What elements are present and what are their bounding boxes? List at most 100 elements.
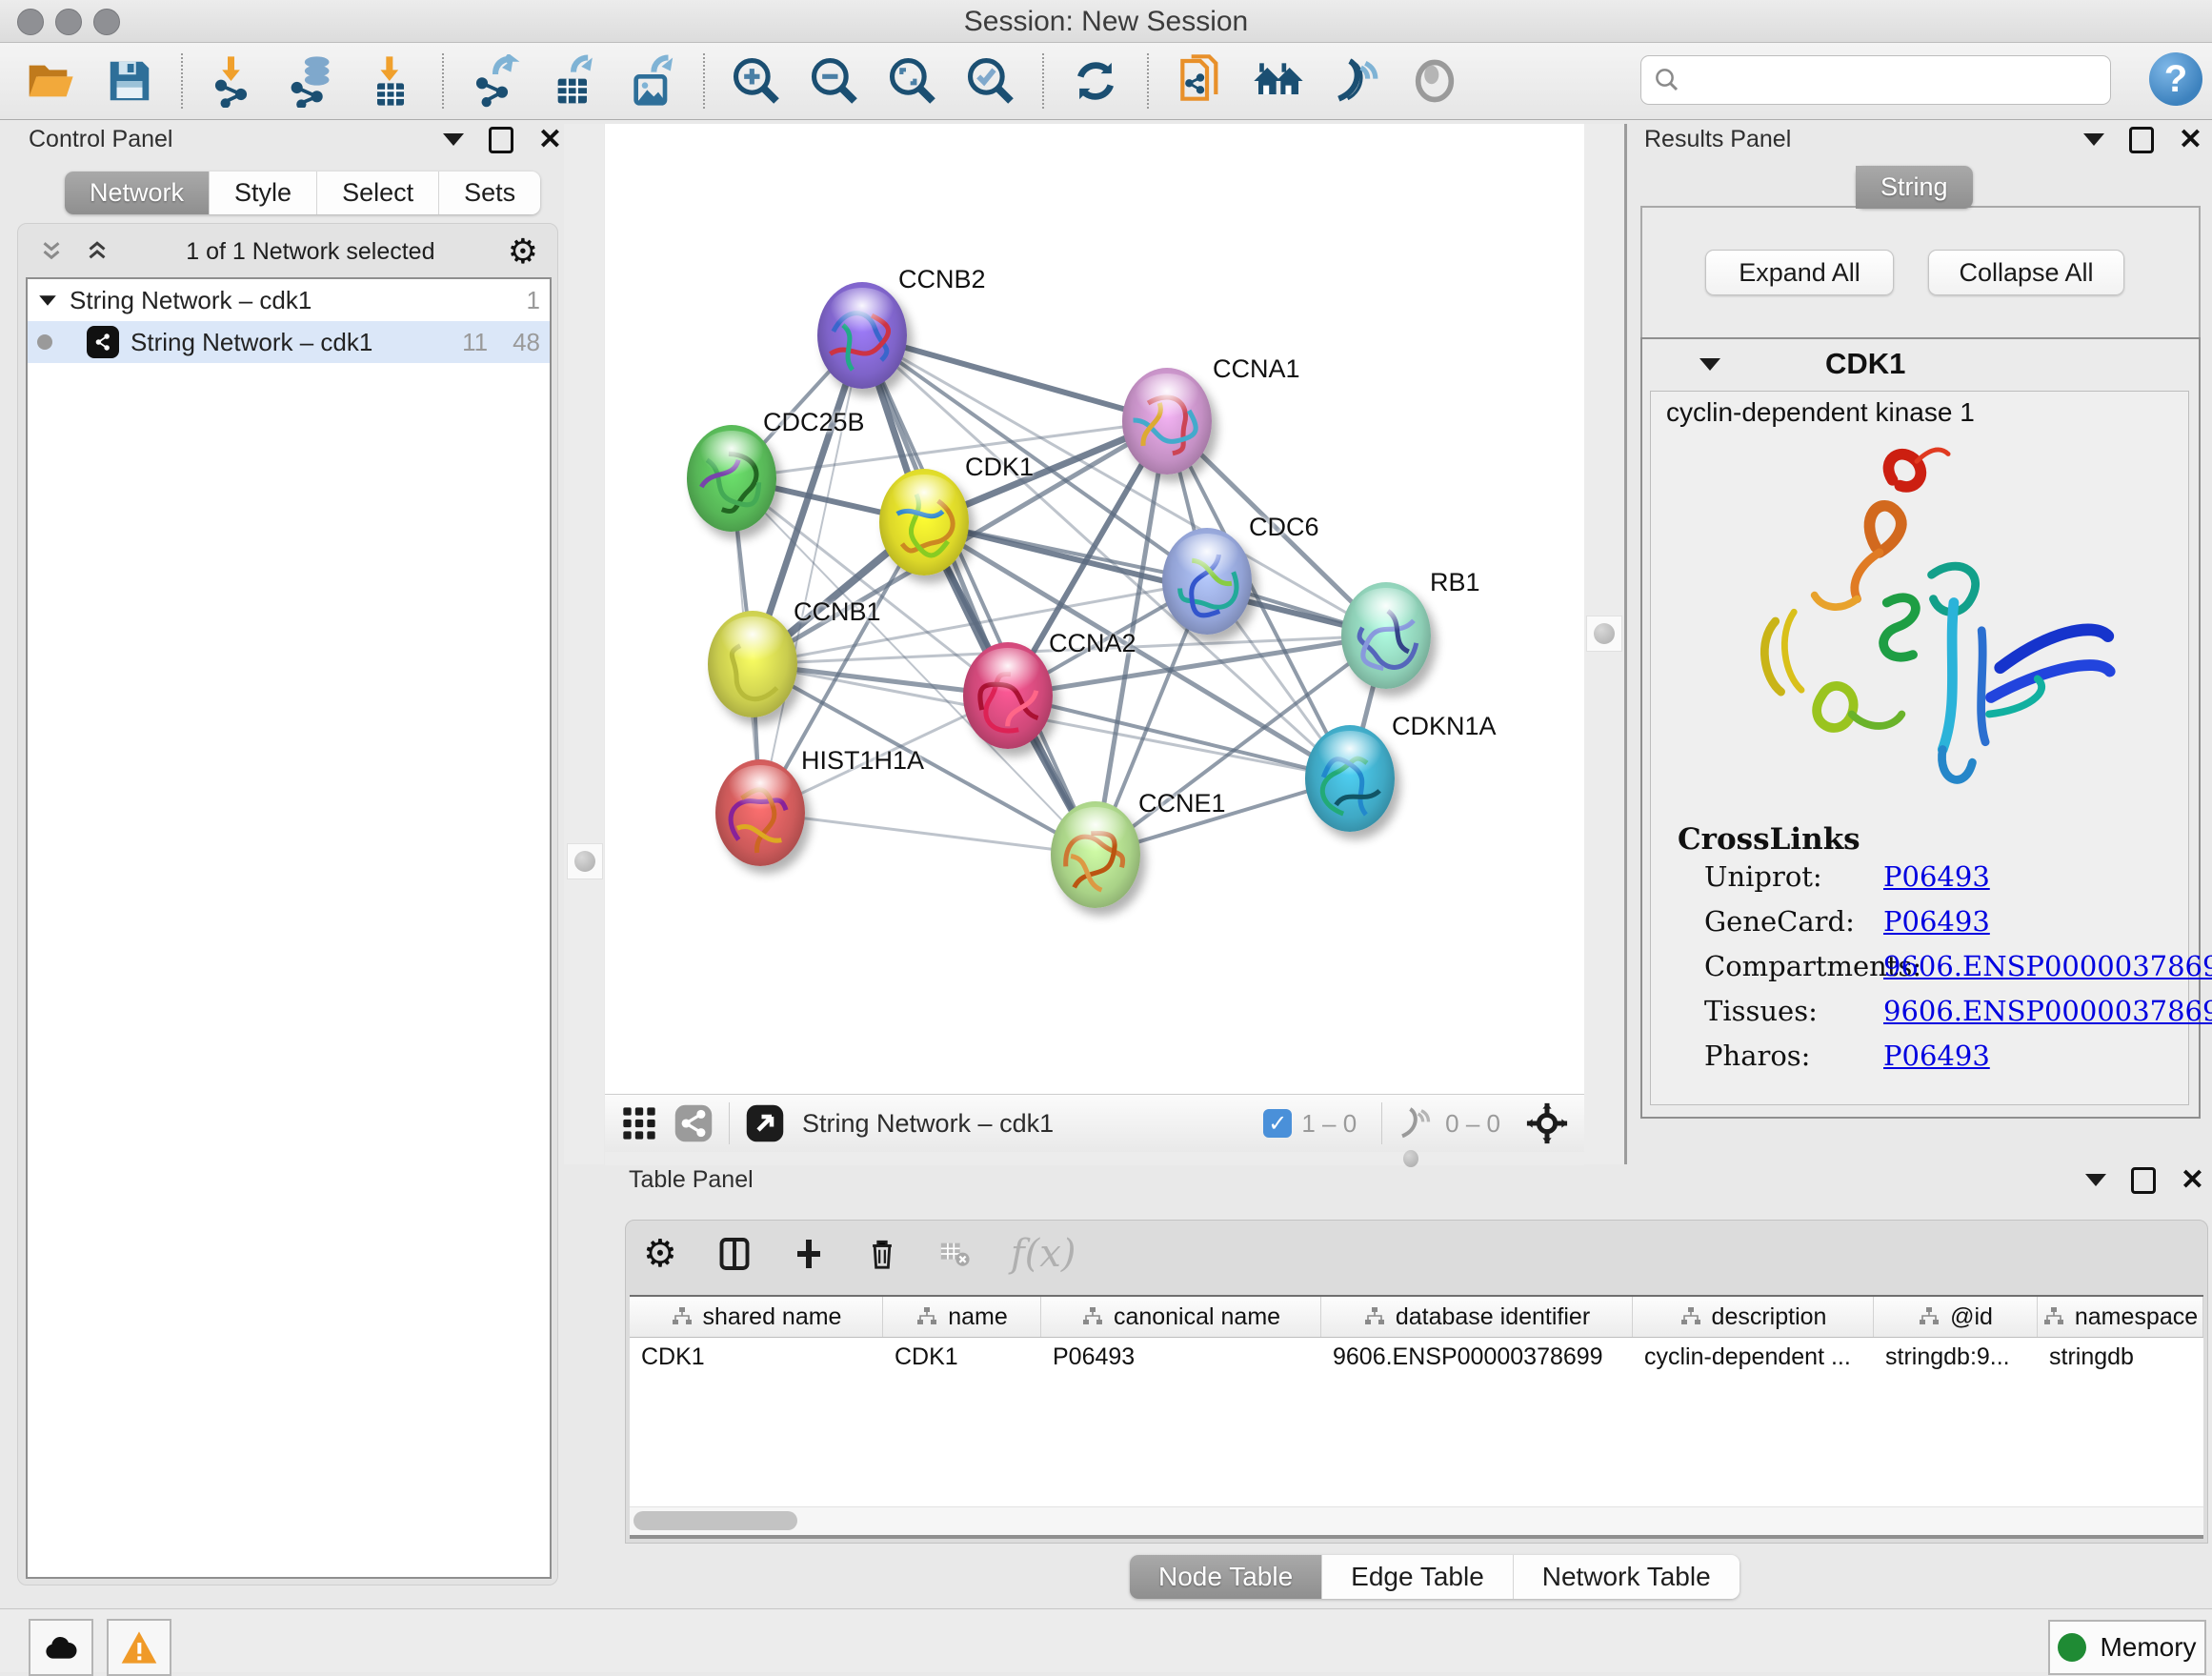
column-header-namespace[interactable]: namespace [2038,1297,2203,1337]
close-panel-icon[interactable]: ✕ [2179,131,2202,150]
column-header-canonical-name[interactable]: canonical name [1041,1297,1321,1337]
open-session-button[interactable] [25,54,78,108]
export-image-button[interactable] [625,54,678,108]
export-table-button[interactable] [547,54,600,108]
tab-style[interactable]: Style [210,172,317,214]
left-splitter[interactable] [564,124,604,1164]
column-header-name[interactable]: name [883,1297,1041,1337]
fit-content-icon[interactable] [1525,1101,1569,1145]
tab-sets[interactable]: Sets [439,172,540,214]
node-CCNA1[interactable] [1122,368,1212,475]
section-collapse-icon[interactable] [1699,358,1720,371]
zoom-in-button[interactable] [730,54,783,108]
table-cell[interactable]: cyclin-dependent ... [1633,1338,1874,1378]
close-panel-icon[interactable]: ✕ [538,131,562,150]
network-share-icon[interactable] [674,1103,714,1143]
table-cell[interactable]: P06493 [1041,1338,1321,1378]
zoom-fit-button[interactable] [886,54,939,108]
node-HIST1H1A[interactable] [715,759,805,866]
node-CCNA2[interactable] [963,642,1053,749]
expand-all-icon[interactable] [81,237,113,266]
tab-node-table[interactable]: Node Table [1130,1555,1322,1599]
node-CCNB2[interactable] [817,282,907,389]
add-column-icon[interactable] [792,1235,826,1273]
import-database-button[interactable] [286,54,339,108]
splitter-handle-dot[interactable] [1594,623,1615,644]
scrollbar-thumb[interactable] [633,1511,797,1530]
node-CDKN1A[interactable] [1305,725,1395,832]
column-header-id[interactable]: @id [1874,1297,2038,1337]
collapse-all-icon[interactable] [35,237,68,266]
network-collection-row[interactable]: String Network – cdk1 1 [28,279,550,321]
table-cell[interactable]: 9606.ENSP00000378699 [1321,1338,1633,1378]
grid-view-icon[interactable] [620,1104,658,1142]
table-horizontal-scrollbar[interactable] [630,1506,2203,1536]
column-header-shared-name[interactable]: shared name [630,1297,883,1337]
node-RB1[interactable] [1341,582,1431,689]
column-header-database-identifier[interactable]: database identifier [1321,1297,1633,1337]
node-CDC25B[interactable] [687,425,776,532]
crosslink-uniprot-link[interactable]: P06493 [1883,860,1990,893]
zoom-out-button[interactable] [808,54,861,108]
network-canvas[interactable]: CCNB2CCNA1CDC25BCDK1CDC6RB1CCNB1CCNA2CDK… [605,124,1584,1094]
edge-HIST1H1A-CCNE1[interactable] [760,813,1096,855]
network-row[interactable]: String Network – cdk1 11 48 [28,321,550,363]
import-network-button[interactable] [208,54,261,108]
panel-menu-icon[interactable] [443,133,464,146]
home-button[interactable] [1252,54,1305,108]
horizontal-splitter[interactable] [605,1152,1584,1165]
save-session-button[interactable] [103,54,156,108]
node-CCNE1[interactable] [1051,801,1140,908]
crosslink-tissues-link[interactable]: 9606.ENSP00000378699 [1883,995,2212,1027]
table-cell[interactable]: CDK1 [883,1338,1041,1378]
network-options-gear-icon[interactable]: ⚙ [508,234,538,269]
search-field[interactable] [1640,55,2111,105]
column-header-description[interactable]: description [1633,1297,1874,1337]
crosslink-genecard-link[interactable]: P06493 [1883,905,1990,938]
float-panel-icon[interactable] [2131,1167,2156,1194]
table-row[interactable]: CDK1CDK1P064939606.ENSP00000378699cyclin… [630,1338,2203,1378]
tab-string[interactable]: String [1856,166,1973,209]
tab-network[interactable]: Network [65,172,210,214]
open-in-window-icon[interactable] [745,1103,785,1143]
collapse-all-button[interactable]: Collapse All [1928,250,2124,295]
table-options-gear-icon[interactable]: ⚙ [643,1237,677,1271]
collection-expand-icon[interactable] [39,295,56,305]
table-cell[interactable]: CDK1 [630,1338,883,1378]
splitter-handle-dot[interactable] [574,851,595,872]
hide-panel-button[interactable] [1330,54,1383,108]
refresh-button[interactable] [1069,54,1122,108]
crosslink-compartments-link[interactable]: 9606.ENSP00000378699 [1883,950,2212,982]
warnings-button[interactable] [107,1619,171,1676]
cloud-button[interactable] [29,1619,93,1676]
table-cell[interactable]: stringdb [2038,1338,2203,1378]
search-input[interactable] [1681,61,2110,99]
selected-nodes-checkbox[interactable]: ✓ [1263,1109,1292,1138]
crosslink-pharos-link[interactable]: P06493 [1883,1040,1990,1072]
show-columns-icon[interactable] [717,1235,752,1273]
inspect-button[interactable] [1408,54,1461,108]
table-cell[interactable]: stringdb:9... [1874,1338,2038,1378]
tab-edge-table[interactable]: Edge Table [1322,1555,1514,1599]
float-panel-icon[interactable] [489,127,513,153]
gene-section-header[interactable]: CDK1 [1642,339,2199,389]
tab-network-table[interactable]: Network Table [1514,1555,1739,1599]
import-table-button[interactable] [364,54,417,108]
right-splitter[interactable] [1584,124,1627,1164]
tab-select[interactable]: Select [317,172,439,214]
delete-column-icon[interactable] [866,1235,898,1273]
close-panel-icon[interactable]: ✕ [2181,1171,2204,1190]
memory-button[interactable]: Memory [2048,1620,2206,1675]
float-panel-icon[interactable] [2129,127,2154,153]
help-button[interactable]: ? [2149,52,2202,106]
node-CDK1[interactable] [879,469,969,575]
panel-menu-icon[interactable] [2083,133,2104,146]
edge-CCNB2-CCNE1[interactable] [862,335,1096,855]
panel-menu-icon[interactable] [2085,1174,2106,1186]
zoom-selected-button[interactable] [964,54,1017,108]
share-document-button[interactable] [1174,54,1227,108]
node-CDC6[interactable] [1162,528,1252,635]
expand-all-button[interactable]: Expand All [1705,250,1894,295]
node-CCNB1[interactable] [708,611,797,717]
export-network-button[interactable] [469,54,522,108]
